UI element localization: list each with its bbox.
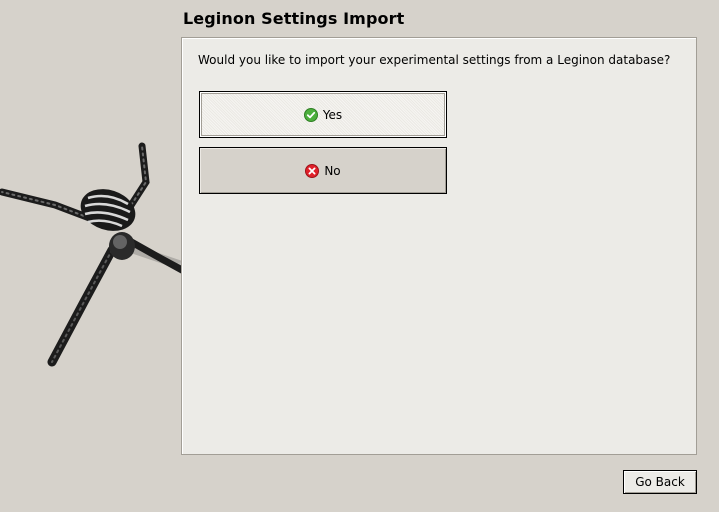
go-back-button[interactable]: Go Back xyxy=(623,470,697,494)
yes-button[interactable]: Yes xyxy=(199,91,447,138)
import-question-text: Would you like to import your experiment… xyxy=(198,53,671,67)
import-settings-panel: Would you like to import your experiment… xyxy=(181,37,697,455)
check-circle-icon xyxy=(303,107,318,122)
page-title: Leginon Settings Import xyxy=(183,9,405,28)
yes-button-label: Yes xyxy=(322,107,343,122)
no-button[interactable]: No xyxy=(199,147,447,194)
x-circle-icon xyxy=(305,163,320,178)
no-button-label: No xyxy=(324,163,341,178)
